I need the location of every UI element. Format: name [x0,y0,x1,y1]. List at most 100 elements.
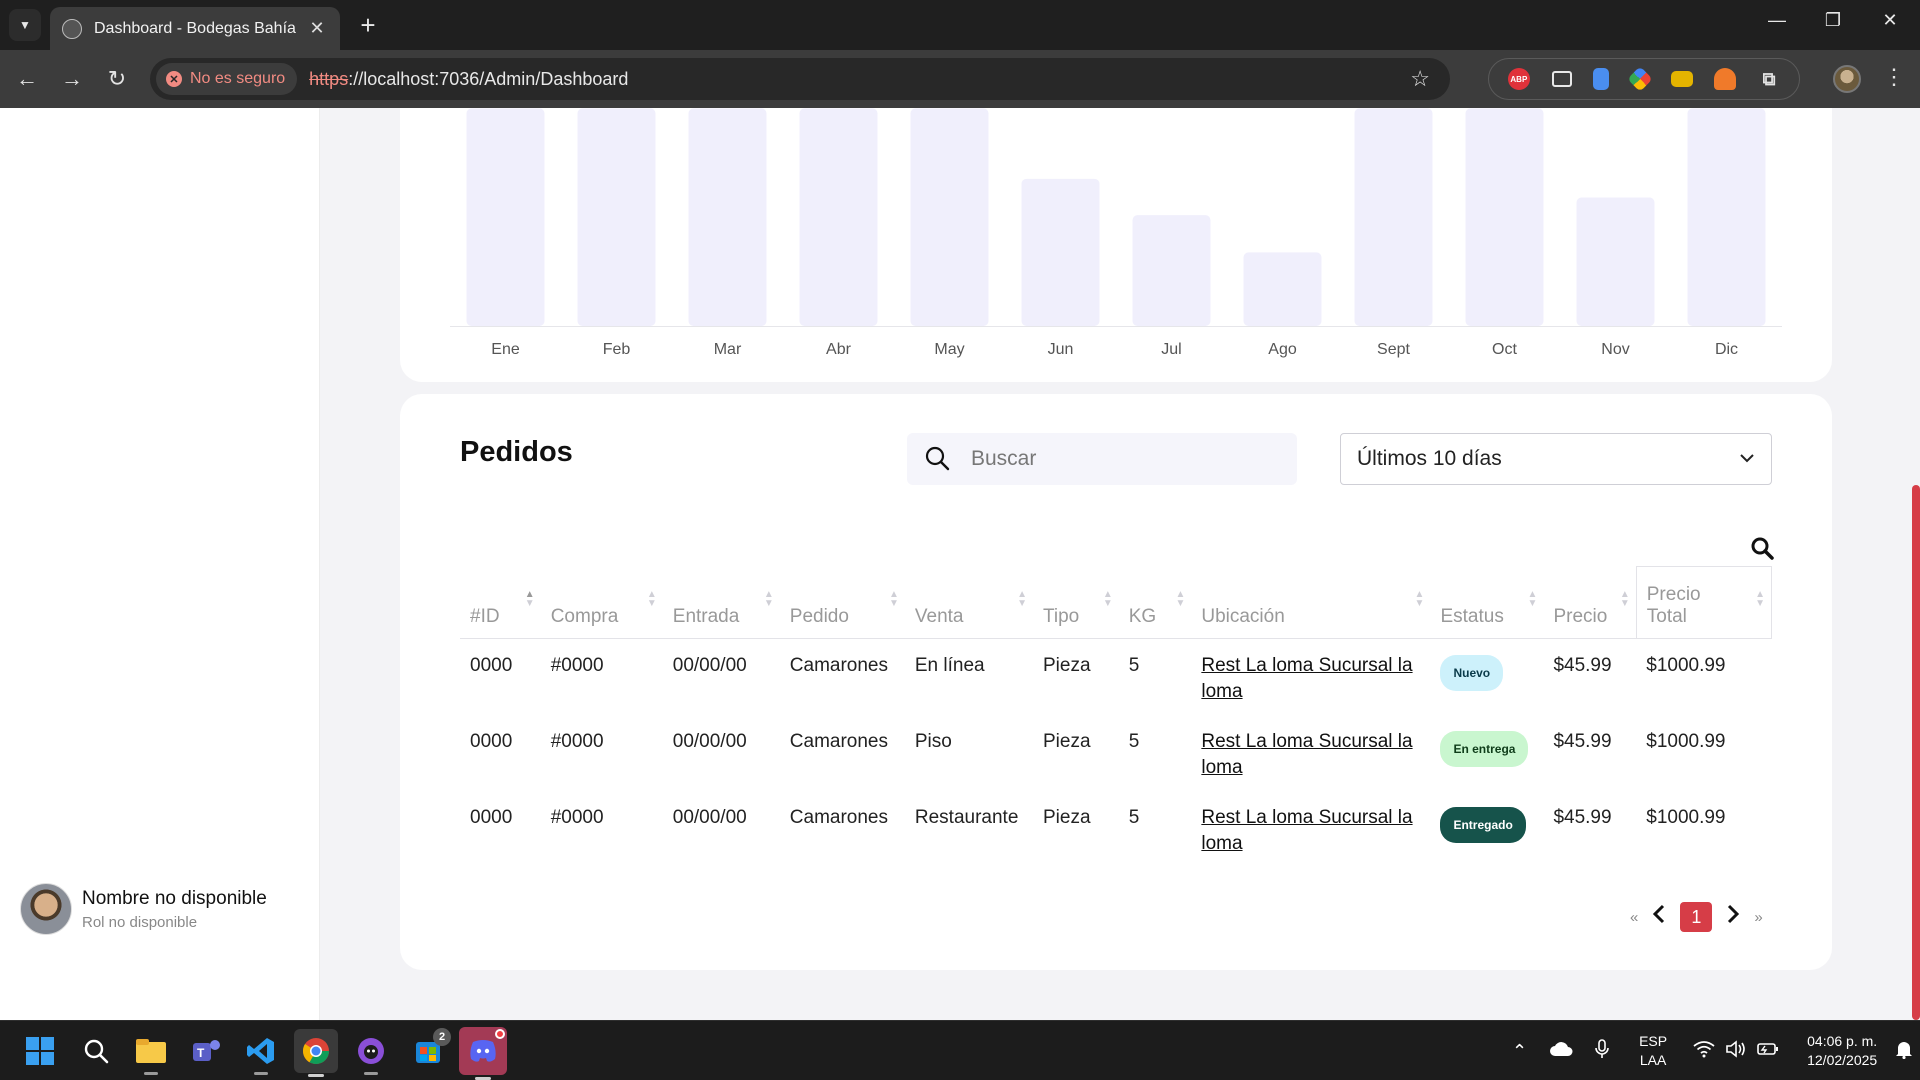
table-cell-pedido: Camarones [789,807,888,828]
url-text[interactable]: https://localhost:7036/Admin/Dashboard [309,69,628,90]
clock[interactable]: 04:06 p. m. 12/02/2025 [1807,1032,1877,1070]
store-icon[interactable]: 2 [411,1028,451,1068]
close-tab-icon[interactable]: ✕ [306,18,328,39]
more-menu-icon[interactable]: ⋮ [1880,64,1908,90]
security-chip[interactable]: ✕ No es seguro [156,63,298,95]
sort-icon: ▲ ▼ [1527,589,1538,609]
docs-extension-icon[interactable] [1593,68,1610,90]
sort-icon: ▲ ▼ [646,589,657,609]
bar-dic[interactable] [1687,108,1766,326]
bar-mar[interactable] [688,108,767,326]
location-link[interactable]: Rest La loma Sucursal la loma [1201,731,1412,778]
profile-avatar[interactable] [1833,65,1861,93]
cloud-icon[interactable] [1549,1041,1573,1062]
language-indicator[interactable]: ESP LAA [1639,1032,1667,1070]
current-page-button[interactable]: 1 [1680,902,1713,932]
running-indicator [144,1072,158,1075]
orders-title: Pedidos [460,436,573,468]
x-tick-label: Nov [1601,341,1629,358]
close-window-button[interactable]: ✕ [1870,10,1910,31]
bar-sept[interactable] [1354,108,1433,326]
orders-search-input[interactable] [971,447,1271,471]
picture-in-picture-extension-icon[interactable] [1551,71,1572,87]
github-desktop-icon[interactable] [354,1034,388,1075]
table-cell-estatus: Entregado [1430,791,1543,867]
chevron-right-icon[interactable] [1726,904,1740,930]
chevron-up-icon[interactable]: ⌃ [1512,1041,1527,1062]
location-link[interactable]: Rest La loma Sucursal la loma [1201,807,1412,854]
table-cell-entrada: 00/00/00 [672,807,747,828]
page-scrollbar-thumb[interactable] [1912,485,1920,1020]
chevron-left-icon[interactable] [1652,904,1666,930]
reload-icon[interactable]: ↻ [101,64,133,96]
color-extension-icon[interactable] [1627,66,1653,92]
table-row[interactable]: 0000 #0000 00/00/00 Camarones Restaurante Pie… [460,791,1772,867]
bar-jul[interactable] [1132,215,1211,326]
volume-icon[interactable] [1725,1039,1747,1063]
sort-icon: ▲ ▼ [1755,589,1765,609]
restore-button[interactable]: ❐ [1813,10,1853,31]
browser-tab[interactable]: Dashboard - Bodegas Bahía ✕ [50,7,340,50]
svg-text:T: T [197,1046,205,1060]
forward-icon[interactable]: → [56,64,88,96]
teams-icon[interactable]: T [189,1034,223,1068]
last-page-button[interactable]: » [1754,909,1762,926]
bar-ene[interactable] [466,108,545,326]
tab-search-button[interactable]: ▼ [9,9,41,41]
search-icon[interactable] [79,1034,113,1068]
bar-feb[interactable] [577,108,656,326]
yellow-extension-icon[interactable] [1670,71,1693,87]
column-header-kg[interactable]: KG ▲ ▼ [1118,566,1192,639]
table-row[interactable]: 0000 #0000 00/00/00 Camarones En línea Pieza 5… [460,639,1772,716]
wifi-icon[interactable] [1693,1040,1715,1063]
bar-may[interactable] [910,108,989,326]
extensions-puzzle-icon[interactable]: ⧉ [1758,68,1780,90]
orders-card: Pedidos Últimos 10 días #ID▲▼ Compra▲▼ E… [400,394,1832,970]
notification-bell-icon[interactable] [1895,1039,1913,1064]
new-tab-button[interactable]: + [353,10,383,40]
minimize-button[interactable]: — [1757,10,1797,31]
table-row[interactable]: 0000 #0000 00/00/00 Camarones Piso Pieza 5 Rest… [460,715,1772,791]
table-cell-entrada: 00/00/00 [672,731,747,752]
column-header-estatus[interactable]: Estatus ▲ ▼ [1430,566,1544,639]
table-search-icon[interactable] [1750,536,1774,560]
orders-search-box[interactable] [907,433,1297,485]
windows-start-icon[interactable] [23,1034,57,1068]
table-cell-ubicacion: Rest La loma Sucursal la loma [1191,715,1430,791]
location-link[interactable]: Rest La loma Sucursal la loma [1201,655,1412,702]
address-bar[interactable]: ✕ No es seguro https://localhost:7036/Ad… [150,58,1450,100]
back-icon[interactable]: ← [11,64,43,96]
bar-jun[interactable] [1021,178,1100,326]
file-explorer-icon[interactable] [134,1034,168,1075]
bookmark-star-icon[interactable]: ☆ [1410,66,1430,92]
column-header-precio-total[interactable]: Precio Total ▲ ▼ [1635,566,1773,639]
orange-extension-icon[interactable] [1714,68,1737,90]
vscode-icon[interactable] [244,1034,278,1075]
bar-abr[interactable] [799,108,878,326]
table-header-row: #ID ▲ ▼ Compra ▲ ▼ Entrada ▲ ▼ Pedido ▲ ▼ Venta ▲… [460,566,1773,639]
browser-tab-strip: ▼ Dashboard - Bodegas Bahía ✕ + — ❐ ✕ [0,0,1920,50]
microphone-icon[interactable] [1595,1038,1609,1064]
user-card[interactable]: Nombre no disponible Rol no disponible [20,883,267,935]
table-cell-ubicacion: Rest La loma Sucursal la loma [1191,791,1430,867]
discord-icon[interactable] [459,1027,507,1080]
column-header-compra[interactable]: Compra ▲ ▼ [540,566,663,639]
bar-nov[interactable] [1576,197,1655,326]
battery-icon[interactable] [1757,1041,1779,1062]
table-cell-tipo: Pieza [1042,807,1091,828]
table-cell-total: $1000.99 [1646,807,1726,828]
chrome-icon[interactable] [294,1029,338,1077]
column-header-entrada[interactable]: Entrada ▲ ▼ [662,566,780,639]
bar-oct[interactable] [1465,108,1544,326]
column-header-venta[interactable]: Venta ▲ ▼ [904,566,1033,639]
column-header-id[interactable]: #ID ▲ ▼ [460,566,541,639]
column-header-pedido[interactable]: Pedido ▲ ▼ [779,566,905,639]
column-header-ubicacion[interactable]: Ubicación ▲ ▼ [1191,566,1431,639]
column-header-tipo[interactable]: Tipo ▲ ▼ [1032,566,1119,639]
column-header-precio[interactable]: Precio ▲ ▼ [1543,566,1637,639]
first-page-button[interactable]: « [1630,909,1638,926]
security-label: No es seguro [190,70,286,87]
date-range-select[interactable]: Últimos 10 días [1340,433,1772,485]
bar-ago[interactable] [1243,252,1322,326]
adblock-extension-icon[interactable]: ABP [1507,68,1530,90]
